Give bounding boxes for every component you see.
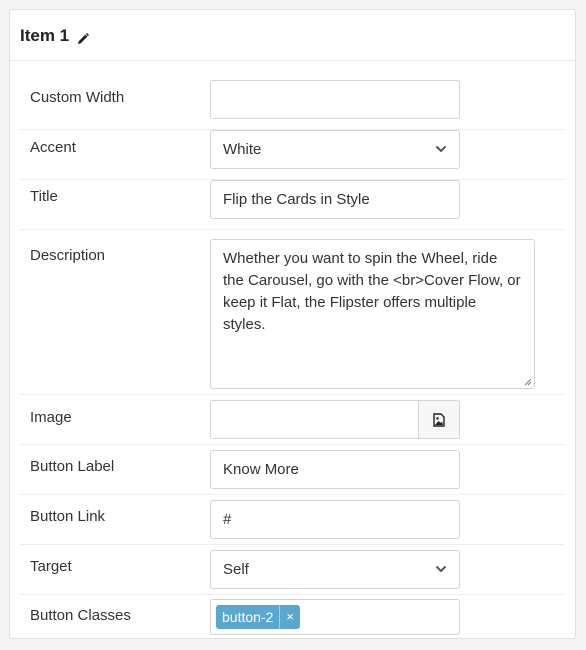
- accent-label: Accent: [30, 139, 76, 156]
- image-icon: [433, 412, 445, 427]
- row-button-link: Button Link #: [20, 495, 565, 545]
- button-label-input[interactable]: Know More: [210, 450, 460, 489]
- title-label: Title: [30, 188, 58, 205]
- close-icon[interactable]: ×: [279, 605, 294, 629]
- row-target: Target Self: [20, 545, 565, 595]
- row-image: Image: [20, 395, 565, 445]
- image-input[interactable]: [211, 401, 418, 438]
- title-input[interactable]: Flip the Cards in Style: [210, 180, 460, 219]
- button-label-label: Button Label: [30, 458, 115, 475]
- accent-select[interactable]: White: [210, 130, 460, 169]
- row-custom-width: Custom Width: [20, 70, 565, 130]
- image-picker-button[interactable]: [418, 401, 459, 438]
- chevron-down-icon: [435, 145, 447, 153]
- row-title: Title Flip the Cards in Style: [20, 180, 565, 230]
- button-classes-input[interactable]: button-2 ×: [210, 599, 460, 635]
- custom-width-input[interactable]: [210, 80, 460, 119]
- button-link-label: Button Link: [30, 508, 106, 525]
- accent-selected-value: White: [223, 141, 262, 158]
- panel-header: Item 1: [10, 10, 575, 61]
- description-textarea[interactable]: Whether you want to spin the Wheel, ride…: [210, 239, 535, 389]
- target-selected-value: Self: [223, 561, 249, 578]
- tag-label: button-2: [222, 609, 274, 625]
- description-text: Whether you want to spin the Wheel, ride…: [223, 250, 521, 333]
- item-title: Item 1: [20, 26, 90, 46]
- image-label: Image: [30, 409, 72, 426]
- item-title-text: Item 1: [20, 26, 70, 45]
- button-classes-label: Button Classes: [30, 607, 131, 624]
- resize-handle-icon[interactable]: [524, 378, 532, 386]
- chevron-down-icon: [435, 565, 447, 573]
- row-button-classes: Button Classes button-2 ×: [20, 595, 565, 639]
- tag-chip: button-2 ×: [216, 605, 300, 629]
- row-accent: Accent White: [20, 130, 565, 180]
- image-input-group: [210, 400, 460, 439]
- pencil-icon[interactable]: [77, 30, 90, 44]
- row-description: Description Whether you want to spin the…: [20, 230, 565, 395]
- custom-width-label: Custom Width: [30, 89, 125, 106]
- item-panel: Item 1 Custom Width Accent White Title F…: [9, 9, 576, 639]
- description-label: Description: [30, 247, 106, 264]
- target-label: Target: [30, 558, 72, 575]
- target-select[interactable]: Self: [210, 550, 460, 589]
- button-link-input[interactable]: #: [210, 500, 460, 539]
- row-button-label: Button Label Know More: [20, 445, 565, 495]
